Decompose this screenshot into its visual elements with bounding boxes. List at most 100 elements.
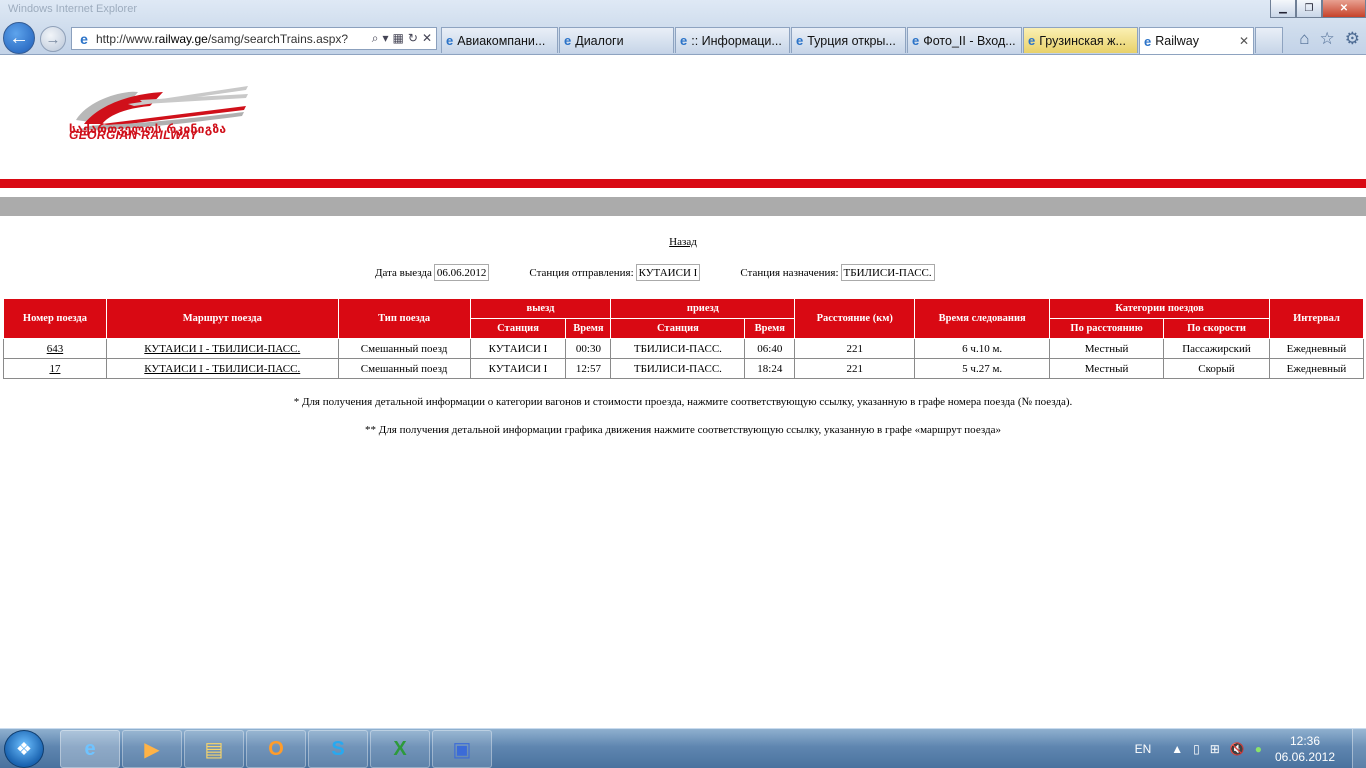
compatibility-icon[interactable]: ▦ bbox=[393, 31, 404, 46]
taskbar-skype[interactable]: S bbox=[308, 730, 368, 768]
tab-label: Авиакомпани... bbox=[457, 33, 546, 48]
address-tools: ⌕ ▾ ▦ ↻ ✕ bbox=[368, 31, 436, 46]
clock-date: 06.06.2012 bbox=[1274, 750, 1336, 764]
chevron-down-icon[interactable]: ▾ bbox=[383, 31, 389, 46]
date-value: 06.06.2012 bbox=[433, 264, 490, 281]
ie-tab-icon: e bbox=[796, 33, 804, 48]
tab-label: Фото_II - Вход... bbox=[923, 33, 1016, 48]
trains-table: Номер поезда Маршрут поезда Тип поезда в… bbox=[3, 298, 1365, 379]
back-link-row: Назад bbox=[0, 236, 1366, 248]
app-icon: ▣ bbox=[452, 738, 472, 761]
table-row: 643 КУТАИСИ I - ТБИЛИСИ-ПАСС. Смешанный … bbox=[3, 338, 1365, 359]
header-route: Маршрут поезда bbox=[105, 298, 339, 339]
internet-explorer-icon: e bbox=[84, 737, 96, 760]
cell-train-no: 643 bbox=[3, 338, 107, 359]
tab-label: Railway bbox=[1155, 34, 1199, 48]
cell-cat-distance: Местный bbox=[1049, 338, 1165, 359]
minimize-button[interactable]: ▁ bbox=[1270, 0, 1296, 18]
back-link[interactable]: Назад bbox=[669, 236, 697, 248]
taskbar-explorer[interactable]: ▤ bbox=[184, 730, 244, 768]
train-number-link[interactable]: 17 bbox=[49, 363, 60, 375]
tab-4[interactable]: e Турция откры... bbox=[791, 27, 906, 53]
header-dep-time: Время bbox=[565, 318, 612, 339]
tab-6[interactable]: e Грузинская ж... bbox=[1023, 27, 1138, 53]
clock[interactable]: 12:36 06.06.2012 bbox=[1272, 733, 1338, 765]
home-icon[interactable]: ⌂ bbox=[1299, 29, 1309, 49]
forward-button[interactable]: → bbox=[40, 26, 66, 52]
outlook-icon: O bbox=[268, 737, 284, 760]
header-categories: Категории поездов bbox=[1049, 298, 1270, 319]
header-red-bar bbox=[0, 179, 1366, 188]
header-distance: Расстояние (км) bbox=[794, 298, 916, 339]
date-label: Дата выезда bbox=[375, 266, 432, 279]
browser-toolbar-icons: ⌂ ☆ ⚙ bbox=[1299, 29, 1360, 49]
train-route-link[interactable]: КУТАИСИ I - ТБИЛИСИ-ПАСС. bbox=[144, 363, 300, 375]
cell-dep-time: 12:57 bbox=[565, 358, 612, 379]
footnote-2: ** Для получения детальной информации гр… bbox=[365, 424, 1001, 436]
favorites-star-icon[interactable]: ☆ bbox=[1320, 29, 1335, 49]
back-button[interactable]: ← bbox=[3, 22, 35, 54]
ie-tab-icon: e bbox=[446, 33, 454, 48]
security-shield-icon[interactable]: ● bbox=[1255, 742, 1262, 756]
ie-tab-icon: e bbox=[912, 33, 920, 48]
tab-label: Диалоги bbox=[575, 33, 624, 48]
table-row: 17 КУТАИСИ I - ТБИЛИСИ-ПАСС. Смешанный п… bbox=[3, 358, 1365, 379]
taskbar-excel[interactable]: X bbox=[370, 730, 430, 768]
taskbar-app[interactable]: ▣ bbox=[432, 730, 492, 768]
taskbar-media-player[interactable]: ▶ bbox=[122, 730, 182, 768]
language-indicator[interactable]: EN bbox=[1135, 742, 1152, 756]
network-icon[interactable]: ⊞ bbox=[1210, 742, 1220, 756]
volume-muted-icon[interactable]: 🔇 bbox=[1230, 742, 1245, 756]
maximize-button[interactable]: ❐ bbox=[1296, 0, 1322, 18]
cell-type: Смешанный поезд bbox=[337, 338, 471, 359]
cell-arr-time: 18:24 bbox=[744, 358, 796, 379]
cell-interval: Ежедневный bbox=[1268, 338, 1365, 359]
close-button[interactable]: ✕ bbox=[1322, 0, 1366, 18]
to-station-label: Станция назначения: bbox=[740, 266, 839, 279]
refresh-icon[interactable]: ↻ bbox=[408, 31, 418, 46]
start-button[interactable]: ❖ bbox=[4, 730, 44, 768]
cell-type: Смешанный поезд bbox=[337, 358, 471, 379]
tab-3[interactable]: e:: Информаци... bbox=[675, 27, 790, 53]
header-arrival: приезд bbox=[610, 298, 796, 319]
clock-time: 12:36 bbox=[1289, 734, 1321, 748]
cell-travel-time: 5 ч.27 м. bbox=[914, 358, 1051, 379]
ie-tab-icon: e bbox=[564, 33, 572, 48]
cell-distance: 221 bbox=[794, 358, 916, 379]
tab-1[interactable]: e Авиакомпани... bbox=[441, 27, 558, 53]
cell-cat-speed: Пассажирский bbox=[1163, 338, 1270, 359]
arrow-right-icon: → bbox=[45, 30, 61, 48]
new-tab-button[interactable] bbox=[1255, 27, 1283, 53]
taskbar: ❖ e ▶ ▤ O S X ▣ EN ▲ ▯ ⊞ 🔇 ● 12:36 06.06… bbox=[0, 728, 1366, 768]
address-bar[interactable]: e http://www.railway.ge/samg/searchTrain… bbox=[71, 27, 437, 50]
tab-7-active[interactable]: e Railway ✕ bbox=[1139, 27, 1254, 54]
window-controls: ▁ ❐ ✕ bbox=[1270, 0, 1366, 18]
address-url[interactable]: http://www.railway.ge/samg/searchTrains.… bbox=[96, 32, 368, 46]
cell-arr-station: ТБИЛИСИ-ПАСС. bbox=[610, 358, 746, 379]
arrow-left-icon: ← bbox=[9, 26, 29, 49]
header-departure: выезд bbox=[469, 298, 612, 319]
header-gray-bar bbox=[0, 197, 1366, 216]
taskbar-internet-explorer[interactable]: e bbox=[60, 730, 120, 768]
ie-tab-icon: e bbox=[1144, 33, 1152, 49]
cell-route: КУТАИСИ I - ТБИЛИСИ-ПАСС. bbox=[105, 338, 339, 359]
window-title: Windows Internet Explorer bbox=[8, 3, 137, 15]
search-icon[interactable]: ⌕ bbox=[372, 31, 379, 46]
header-train-no: Номер поезда bbox=[3, 298, 107, 339]
tab-5[interactable]: e Фото_II - Вход... bbox=[907, 27, 1022, 53]
train-number-link[interactable]: 643 bbox=[47, 343, 64, 355]
show-desktop-button[interactable] bbox=[1352, 729, 1366, 768]
header-by-speed: По скорости bbox=[1163, 318, 1270, 339]
train-route-link[interactable]: КУТАИСИ I - ТБИЛИСИ-ПАСС. bbox=[144, 343, 300, 355]
from-station-value: КУТАИСИ I bbox=[635, 264, 701, 281]
close-tab-icon[interactable]: ✕ bbox=[1233, 34, 1249, 48]
taskbar-outlook[interactable]: O bbox=[246, 730, 306, 768]
cell-route: КУТАИСИ I - ТБИЛИСИ-ПАСС. bbox=[105, 358, 339, 379]
header-by-distance: По расстоянию bbox=[1049, 318, 1165, 339]
tab-2[interactable]: e Диалоги bbox=[559, 27, 674, 53]
excel-icon: X bbox=[393, 737, 407, 760]
gear-icon[interactable]: ⚙ bbox=[1345, 29, 1360, 49]
stop-icon[interactable]: ✕ bbox=[422, 31, 432, 46]
battery-icon[interactable]: ▯ bbox=[1193, 742, 1200, 756]
show-hidden-icons-icon[interactable]: ▲ bbox=[1171, 742, 1183, 756]
